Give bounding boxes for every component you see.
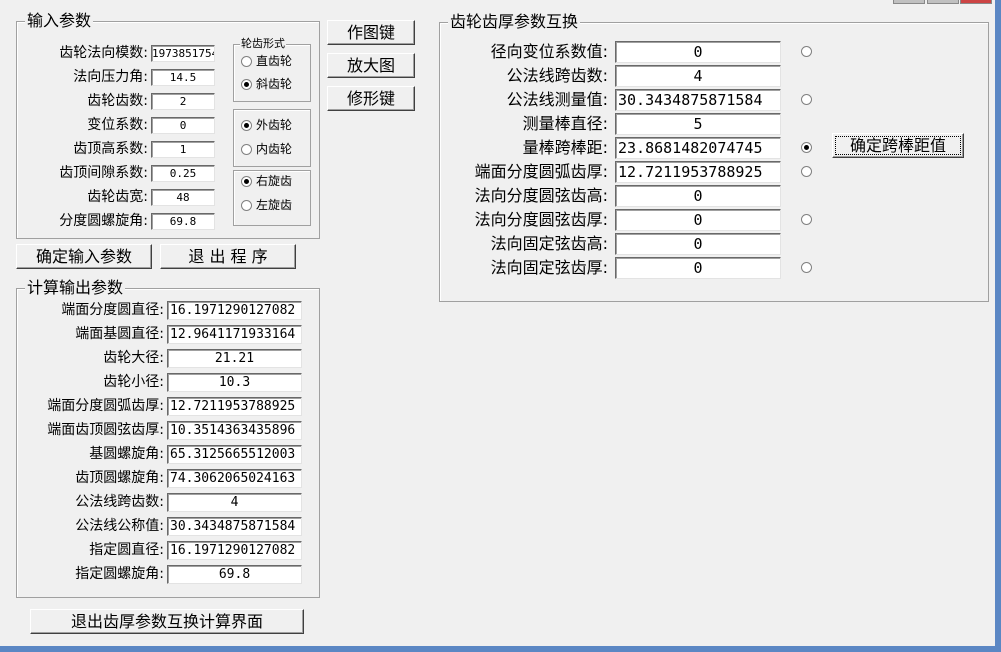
- output-label-7: 基圆螺旋角:: [89, 446, 164, 462]
- zoom-button[interactable]: 放大图: [327, 53, 415, 78]
- input-field-1[interactable]: 1973851754: [151, 45, 215, 62]
- output-label-8: 齿顶圆螺旋角:: [75, 470, 164, 486]
- external-gear-label[interactable]: 外齿轮: [256, 118, 292, 132]
- right-hand-radio[interactable]: [241, 176, 252, 187]
- output-label-4: 齿轮小径:: [103, 374, 164, 390]
- output-field-1[interactable]: 16.1971290127082: [167, 301, 302, 320]
- output-field-4[interactable]: 10.3: [167, 373, 302, 392]
- input-field-5[interactable]: 1: [151, 141, 215, 158]
- input-field-4[interactable]: 0: [151, 117, 215, 134]
- interchange-label-9: 法向固定弦齿高:: [490, 234, 608, 253]
- interchange-field-2[interactable]: 4: [615, 65, 781, 87]
- input-field-7[interactable]: 48: [151, 189, 215, 206]
- interchange-field-9[interactable]: 0: [615, 233, 781, 255]
- output-label-9: 公法线跨齿数:: [75, 494, 164, 510]
- spur-gear-radio[interactable]: [241, 56, 252, 67]
- interchange-label-1: 径向变位系数值:: [490, 42, 608, 61]
- output-label-6: 端面齿顶圆弦齿厚:: [47, 422, 164, 438]
- interchange-title: 齿轮齿厚参数互换: [448, 12, 581, 32]
- interchange-radio-3[interactable]: [801, 94, 812, 105]
- input-label-6: 齿顶间隙系数:: [59, 165, 148, 181]
- external-gear-radio[interactable]: [241, 120, 252, 131]
- output-label-3: 齿轮大径:: [103, 350, 164, 366]
- interchange-radio-1[interactable]: [801, 46, 812, 57]
- interchange-field-6[interactable]: 12.7211953788925: [615, 161, 781, 183]
- output-field-7[interactable]: 65.3125665512003: [167, 445, 302, 464]
- helical-gear-radio[interactable]: [241, 79, 252, 90]
- gear-type-group: 轮齿形式: [233, 37, 311, 102]
- interchange-label-6: 端面分度圆弧齿厚:: [474, 162, 608, 181]
- close-button-stub[interactable]: [960, 0, 992, 4]
- interchange-field-8[interactable]: 0: [615, 209, 781, 231]
- input-field-8[interactable]: 69.8: [151, 213, 215, 230]
- output-field-12[interactable]: 69.8: [167, 565, 302, 584]
- interchange-field-7[interactable]: 0: [615, 185, 781, 207]
- minimize-button-stub[interactable]: [893, 0, 925, 4]
- interchange-radio-8[interactable]: [801, 214, 812, 225]
- interchange-field-4[interactable]: 5: [615, 113, 781, 135]
- output-label-11: 指定圆直径:: [89, 542, 164, 558]
- interchange-label-2: 公法线跨齿数:: [506, 66, 608, 85]
- output-field-11[interactable]: 16.1971290127082: [167, 541, 302, 560]
- interchange-field-1[interactable]: 0: [615, 41, 781, 63]
- output-field-8[interactable]: 74.3062065024163: [167, 469, 302, 488]
- interchange-label-8: 法向分度圆弦齿厚:: [474, 210, 608, 229]
- interchange-radio-6[interactable]: [801, 166, 812, 177]
- confirm-bar-distance-button[interactable]: 确定跨棒距值: [832, 133, 964, 158]
- input-label-2: 法向压力角:: [73, 69, 148, 85]
- output-params-title: 计算输出参数: [25, 278, 126, 298]
- confirm-input-button[interactable]: 确定输入参数: [16, 244, 152, 269]
- spur-gear-label[interactable]: 直齿轮: [256, 54, 292, 68]
- interchange-field-3[interactable]: 30.3434875871584: [615, 89, 781, 111]
- left-hand-radio[interactable]: [241, 200, 252, 211]
- output-field-6[interactable]: 10.3514363435896: [167, 421, 302, 440]
- interchange-radio-10[interactable]: [801, 262, 812, 273]
- output-label-5: 端面分度圆弧齿厚:: [47, 398, 164, 414]
- input-field-3[interactable]: 2: [151, 93, 215, 110]
- output-field-2[interactable]: 12.9641171933164: [167, 325, 302, 344]
- output-field-9[interactable]: 4: [167, 493, 302, 512]
- helical-gear-label[interactable]: 斜齿轮: [256, 77, 292, 91]
- gear-type-title: 轮齿形式: [240, 37, 286, 51]
- input-label-7: 齿轮齿宽:: [87, 189, 148, 205]
- input-label-3: 齿轮齿数:: [87, 93, 148, 109]
- output-field-5[interactable]: 12.7211953788925: [167, 397, 302, 416]
- left-hand-label[interactable]: 左旋齿: [256, 198, 292, 212]
- output-label-1: 端面分度圆直径:: [61, 302, 164, 318]
- interchange-label-7: 法向分度圆弦齿高:: [474, 186, 608, 205]
- exit-interchange-button[interactable]: 退出齿厚参数互换计算界面: [30, 609, 304, 634]
- input-params-title: 输入参数: [25, 11, 94, 31]
- interchange-field-10[interactable]: 0: [615, 257, 781, 279]
- interchange-label-10: 法向固定弦齿厚:: [490, 258, 608, 277]
- exit-program-button[interactable]: 退 出 程 序: [160, 244, 296, 269]
- window-border-bottom: [0, 646, 1001, 652]
- interchange-label-5: 量棒跨棒距:: [522, 138, 608, 157]
- maximize-button-stub[interactable]: [927, 0, 959, 4]
- input-label-4: 变位系数:: [87, 117, 148, 133]
- interchange-radio-5[interactable]: [801, 142, 812, 153]
- output-label-10: 公法线公称值:: [75, 518, 164, 534]
- input-field-6[interactable]: 0.25: [151, 165, 215, 182]
- plot-button[interactable]: 作图键: [327, 20, 415, 45]
- input-label-5: 齿顶高系数:: [73, 141, 148, 157]
- output-field-3[interactable]: 21.21: [167, 349, 302, 368]
- input-field-2[interactable]: 14.5: [151, 69, 215, 86]
- internal-gear-label[interactable]: 内齿轮: [256, 142, 292, 156]
- output-label-12: 指定圆螺旋角:: [75, 566, 164, 582]
- interchange-label-3: 公法线测量值:: [506, 90, 608, 109]
- window-border-right: [995, 0, 1001, 652]
- internal-gear-radio[interactable]: [241, 144, 252, 155]
- output-label-2: 端面基圆直径:: [75, 326, 164, 342]
- right-hand-label[interactable]: 右旋齿: [256, 174, 292, 188]
- modify-button[interactable]: 修形键: [327, 86, 415, 111]
- interchange-label-4: 测量棒直径:: [522, 114, 608, 133]
- interchange-field-5[interactable]: 23.8681482074745: [615, 137, 781, 159]
- output-field-10[interactable]: 30.3434875871584: [167, 517, 302, 536]
- input-label-1: 齿轮法向模数:: [59, 45, 148, 61]
- input-label-8: 分度圆螺旋角:: [59, 213, 148, 229]
